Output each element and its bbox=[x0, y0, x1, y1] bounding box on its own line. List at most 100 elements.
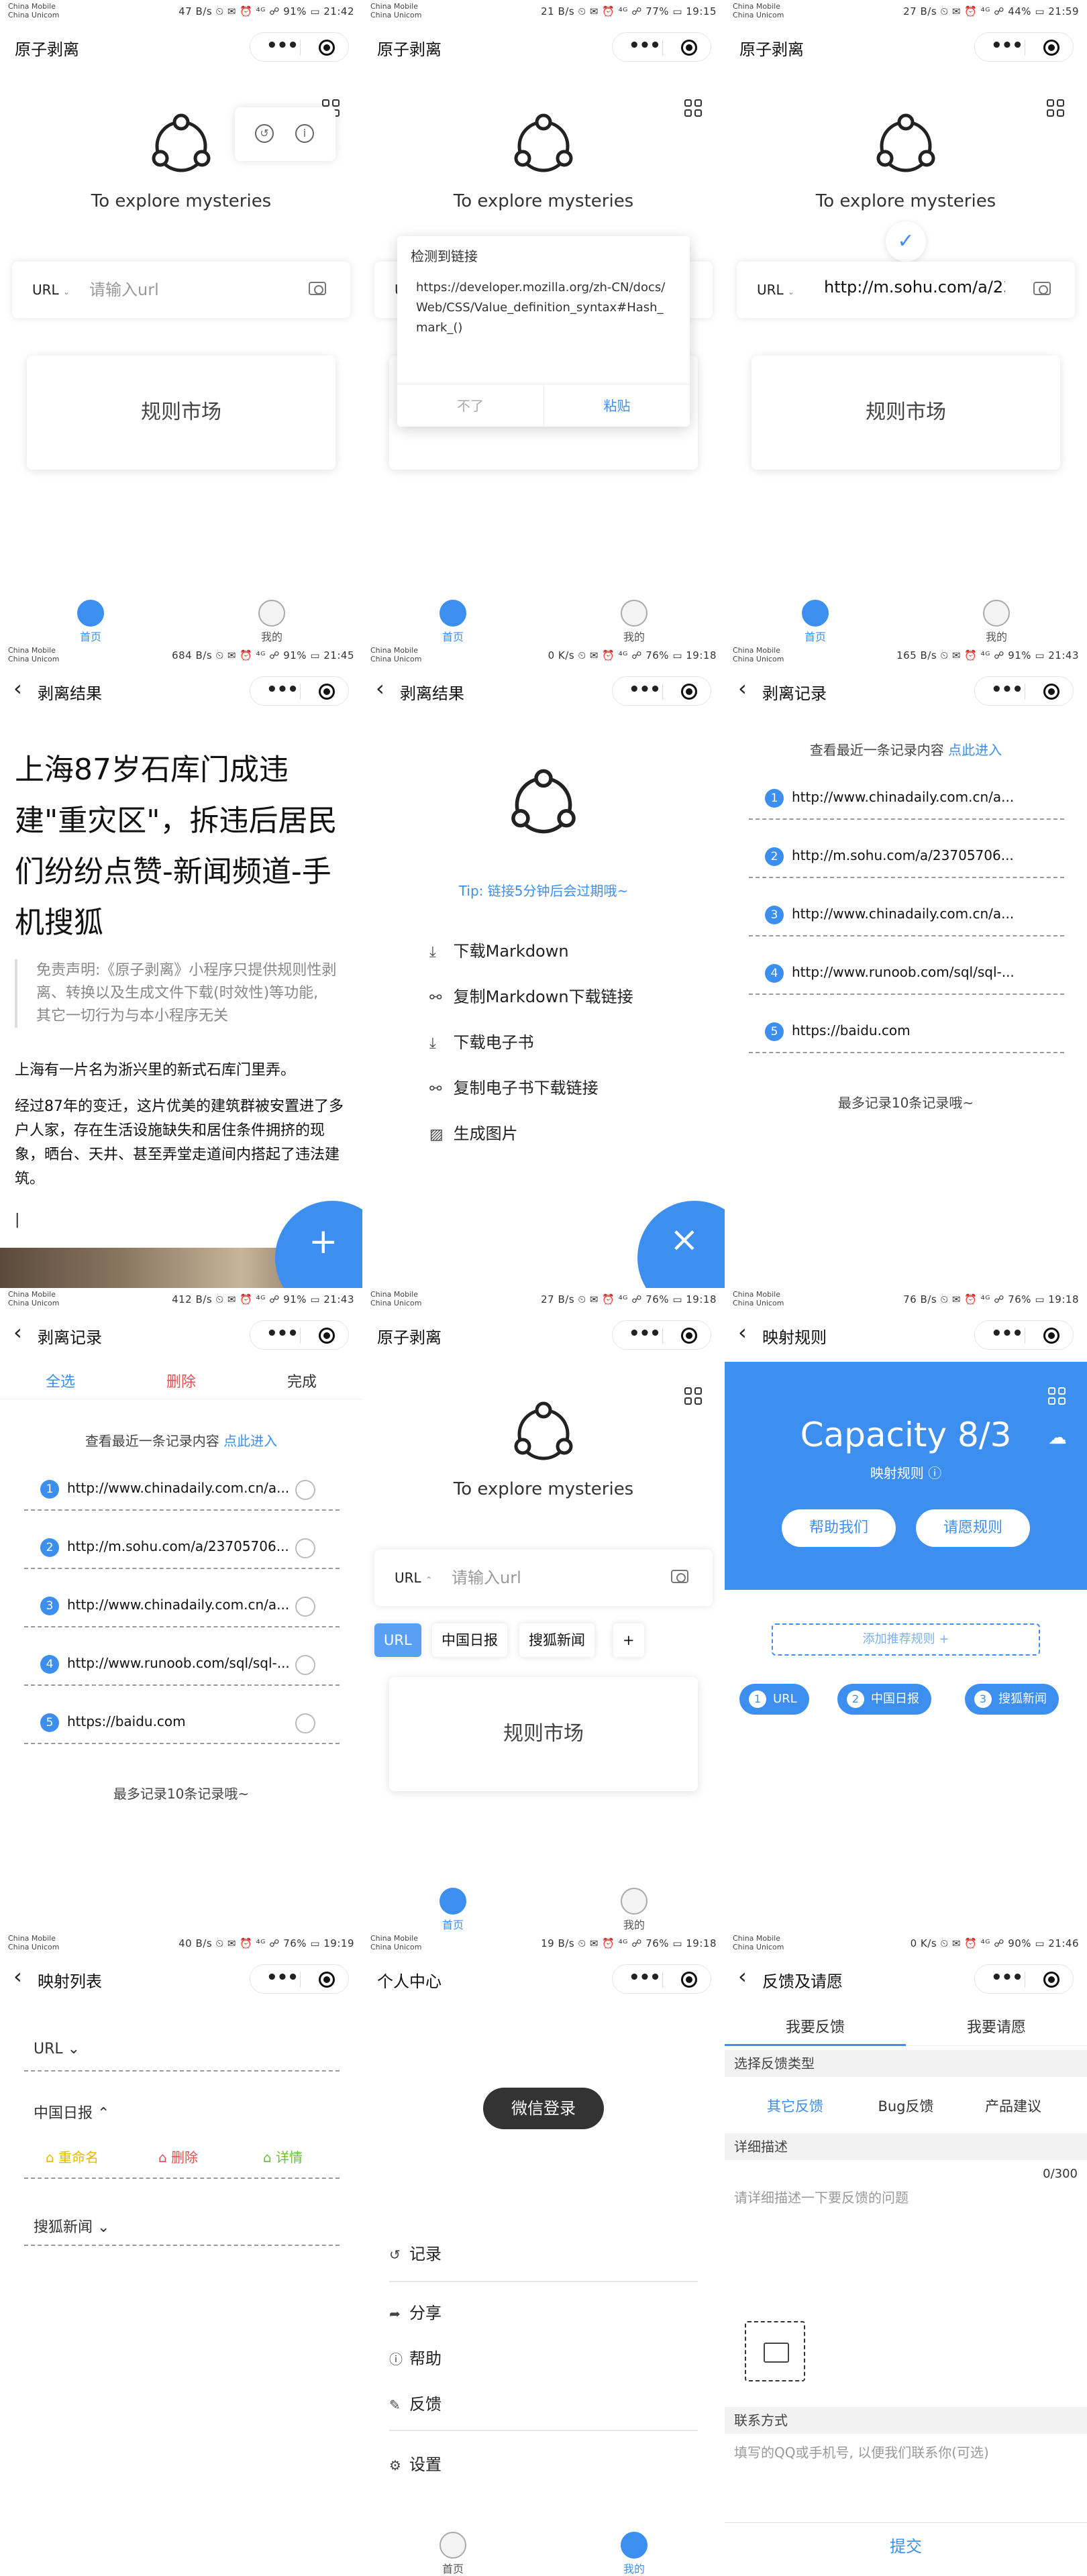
mapping-section-chinadaily[interactable]: 中国日报 ⌃ bbox=[24, 2092, 340, 2132]
rule-market-card[interactable]: 规则市场 bbox=[752, 356, 1060, 470]
grid-icon[interactable] bbox=[684, 99, 703, 118]
record-item[interactable]: 1 http://www.chinadaily.com.cn/a... bbox=[24, 1470, 340, 1511]
more-icon[interactable]: ••• bbox=[629, 1968, 661, 1988]
menu-feedback[interactable]: ✎ 反馈 bbox=[389, 2391, 698, 2431]
grid-icon[interactable] bbox=[1047, 99, 1066, 118]
mapping-section-url[interactable]: URL ⌄ bbox=[24, 2031, 340, 2072]
back-icon[interactable]: ‹ bbox=[738, 1966, 747, 1987]
more-icon[interactable]: ••• bbox=[629, 680, 661, 700]
menu-share[interactable]: ➦ 分享 bbox=[389, 2300, 698, 2340]
details-button[interactable]: ⌂ 详情 bbox=[263, 2147, 303, 2166]
more-icon[interactable]: ••• bbox=[991, 680, 1023, 700]
mapping-pill[interactable]: 3 搜狐新闻 bbox=[965, 1684, 1059, 1715]
close-target-icon[interactable] bbox=[681, 1328, 697, 1344]
info-icon[interactable]: i bbox=[295, 124, 314, 143]
mini-program-capsule[interactable]: ••• bbox=[974, 1320, 1074, 1350]
mini-program-capsule[interactable]: ••• bbox=[250, 1964, 349, 1994]
record-item[interactable]: 5 https://baidu.com bbox=[24, 1704, 340, 1744]
paste-button[interactable]: 粘贴 bbox=[544, 384, 690, 427]
mini-program-capsule[interactable]: ••• bbox=[612, 32, 711, 62]
select-radio[interactable] bbox=[295, 1538, 315, 1558]
tab-home[interactable]: 首页 bbox=[426, 600, 480, 644]
check-icon[interactable]: ✓ bbox=[886, 221, 926, 262]
close-target-icon[interactable] bbox=[319, 684, 335, 700]
camera-icon[interactable] bbox=[1033, 282, 1051, 295]
help-us-button[interactable]: 帮助我们 bbox=[782, 1509, 896, 1547]
wechat-login-button[interactable]: 微信登录 bbox=[483, 2088, 604, 2129]
select-radio[interactable] bbox=[295, 1480, 315, 1500]
mini-program-capsule[interactable]: ••• bbox=[612, 1320, 711, 1350]
open-latest-link[interactable]: 点此进入 bbox=[223, 1433, 277, 1449]
back-icon[interactable]: ‹ bbox=[738, 678, 747, 699]
mapping-section-sohu[interactable]: 搜狐新闻 ⌄ bbox=[24, 2206, 340, 2246]
record-item[interactable]: 3 http://www.chinadaily.com.cn/a... bbox=[24, 1587, 340, 1627]
record-item[interactable]: 4 http://www.runoob.com/sql/sql-... bbox=[749, 955, 1064, 995]
rule-tag-url[interactable]: URL bbox=[374, 1623, 421, 1657]
back-icon[interactable]: ‹ bbox=[738, 1322, 747, 1343]
close-target-icon[interactable] bbox=[1043, 1972, 1059, 1988]
select-radio[interactable] bbox=[295, 1713, 315, 1733]
download-ebook-option[interactable]: ⤓ 下载电子书 bbox=[429, 1029, 698, 1053]
close-target-icon[interactable] bbox=[681, 684, 697, 700]
menu-settings[interactable]: ⚙ 设置 bbox=[389, 2451, 698, 2491]
mini-program-capsule[interactable]: ••• bbox=[974, 676, 1074, 706]
mapping-pill[interactable]: 2 中国日报 bbox=[837, 1684, 931, 1715]
record-item[interactable]: 5 https://baidu.com bbox=[749, 1013, 1064, 1053]
request-rule-button[interactable]: 请愿规则 bbox=[916, 1509, 1030, 1547]
grid-icon[interactable] bbox=[1048, 1387, 1067, 1406]
tab-mine[interactable]: 我的 bbox=[607, 1888, 661, 1932]
close-target-icon[interactable] bbox=[681, 40, 697, 56]
more-icon[interactable]: ••• bbox=[266, 1324, 299, 1344]
tab-home[interactable]: 首页 bbox=[788, 600, 842, 644]
url-type-select[interactable]: URL ⌄ bbox=[757, 282, 794, 298]
back-icon[interactable]: ‹ bbox=[13, 1322, 22, 1343]
contact-input[interactable]: 填写的QQ或手机号, 以便我们联系你(可选) bbox=[734, 2442, 989, 2461]
grid-icon[interactable] bbox=[684, 1387, 703, 1406]
add-image-button[interactable] bbox=[745, 2321, 805, 2381]
more-icon[interactable]: ••• bbox=[266, 1968, 299, 1988]
more-icon[interactable]: ••• bbox=[991, 1324, 1023, 1344]
record-item[interactable]: 2 http://m.sohu.com/a/23705706... bbox=[749, 838, 1064, 878]
url-type-select[interactable]: URL ⌃ bbox=[395, 1570, 432, 1586]
rule-market-card[interactable]: 规则市场 bbox=[27, 356, 335, 470]
generate-image-option[interactable]: ▨ 生成图片 bbox=[429, 1120, 698, 1144]
open-latest-link[interactable]: 点此进入 bbox=[948, 742, 1002, 758]
select-radio[interactable] bbox=[295, 1655, 315, 1675]
add-tag-button[interactable]: + bbox=[613, 1623, 644, 1657]
tab-mine[interactable]: 我的 bbox=[245, 600, 299, 644]
download-markdown-option[interactable]: ⤓ 下载Markdown bbox=[429, 938, 698, 961]
delete-rule-button[interactable]: ⌂ 删除 bbox=[158, 2147, 198, 2166]
record-item[interactable]: 2 http://m.sohu.com/a/23705706... bbox=[24, 1529, 340, 1569]
camera-icon[interactable] bbox=[309, 282, 326, 295]
back-icon[interactable]: ‹ bbox=[13, 678, 22, 699]
type-other[interactable]: 其它反馈 bbox=[745, 2096, 845, 2116]
tab-request[interactable]: 我要请愿 bbox=[906, 2015, 1087, 2037]
history-icon[interactable]: ↺ bbox=[255, 124, 274, 143]
camera-icon[interactable] bbox=[671, 1570, 688, 1583]
select-radio[interactable] bbox=[295, 1597, 315, 1617]
tab-feedback[interactable]: 我要反馈 bbox=[725, 2015, 906, 2037]
close-target-icon[interactable] bbox=[1043, 40, 1059, 56]
record-item[interactable]: 1 http://www.chinadaily.com.cn/a... bbox=[749, 780, 1064, 820]
type-bug[interactable]: Bug反馈 bbox=[856, 2096, 956, 2116]
menu-help[interactable]: ⓘ 帮助 bbox=[389, 2345, 698, 2385]
rule-tag-chinadaily[interactable]: 中国日报 bbox=[432, 1623, 507, 1657]
more-icon[interactable]: ••• bbox=[991, 1968, 1023, 1988]
close-target-icon[interactable] bbox=[319, 1328, 335, 1344]
menu-records[interactable]: ↺ 记录 bbox=[389, 2241, 698, 2281]
close-target-icon[interactable] bbox=[681, 1972, 697, 1988]
cancel-button[interactable]: 不了 bbox=[397, 384, 544, 427]
record-item[interactable]: 3 http://www.chinadaily.com.cn/a... bbox=[749, 896, 1064, 936]
mapping-pill[interactable]: 1 URL bbox=[739, 1684, 809, 1715]
mini-program-capsule[interactable]: ••• bbox=[612, 676, 711, 706]
copy-markdown-link-option[interactable]: ⚯ 复制Markdown下载链接 bbox=[429, 983, 698, 1007]
more-icon[interactable]: ••• bbox=[991, 36, 1023, 56]
url-input[interactable] bbox=[452, 1566, 653, 1590]
close-target-icon[interactable] bbox=[1043, 1328, 1059, 1344]
back-icon[interactable]: ‹ bbox=[13, 1966, 22, 1987]
more-icon[interactable]: ••• bbox=[629, 36, 661, 56]
select-all-button[interactable]: 全选 bbox=[0, 1370, 121, 1391]
tab-mine[interactable]: 我的 bbox=[607, 2532, 661, 2576]
mini-program-capsule[interactable]: ••• bbox=[250, 32, 349, 62]
type-suggestion[interactable]: 产品建议 bbox=[963, 2096, 1064, 2116]
